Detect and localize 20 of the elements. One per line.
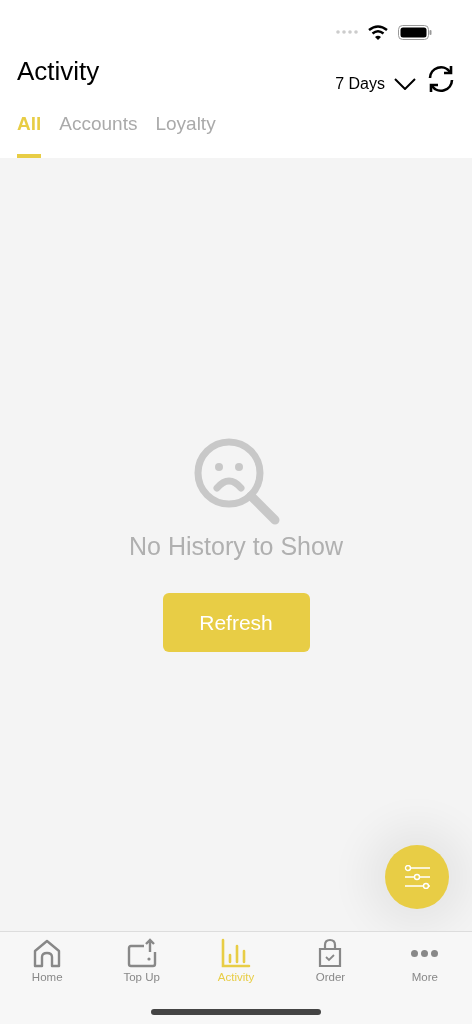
chevron-down-icon <box>394 78 416 90</box>
refresh-button[interactable] <box>426 64 456 94</box>
period-dropdown[interactable]: 7 Days <box>335 75 416 93</box>
more-icon <box>410 949 440 957</box>
nav-tab[interactable]: Order <box>283 932 378 990</box>
home-icon <box>32 938 63 968</box>
refresh-icon <box>426 64 456 94</box>
bar-chart-icon <box>221 938 251 968</box>
wifi-icon <box>368 24 388 40</box>
wallet-upload-icon <box>126 938 157 968</box>
tab[interactable]: Accounts <box>59 105 138 158</box>
nav-tab[interactable]: More <box>377 932 472 990</box>
sliders-icon <box>404 865 430 889</box>
page-title: Activity <box>17 56 100 87</box>
empty-message: No History to Show <box>129 532 343 561</box>
signal-icon <box>336 30 358 34</box>
nav-tab[interactable]: Top Up <box>94 932 189 990</box>
nav-tab[interactable]: Home <box>0 932 95 990</box>
tab[interactable]: Loyalty <box>155 105 216 158</box>
battery-icon <box>398 24 432 40</box>
